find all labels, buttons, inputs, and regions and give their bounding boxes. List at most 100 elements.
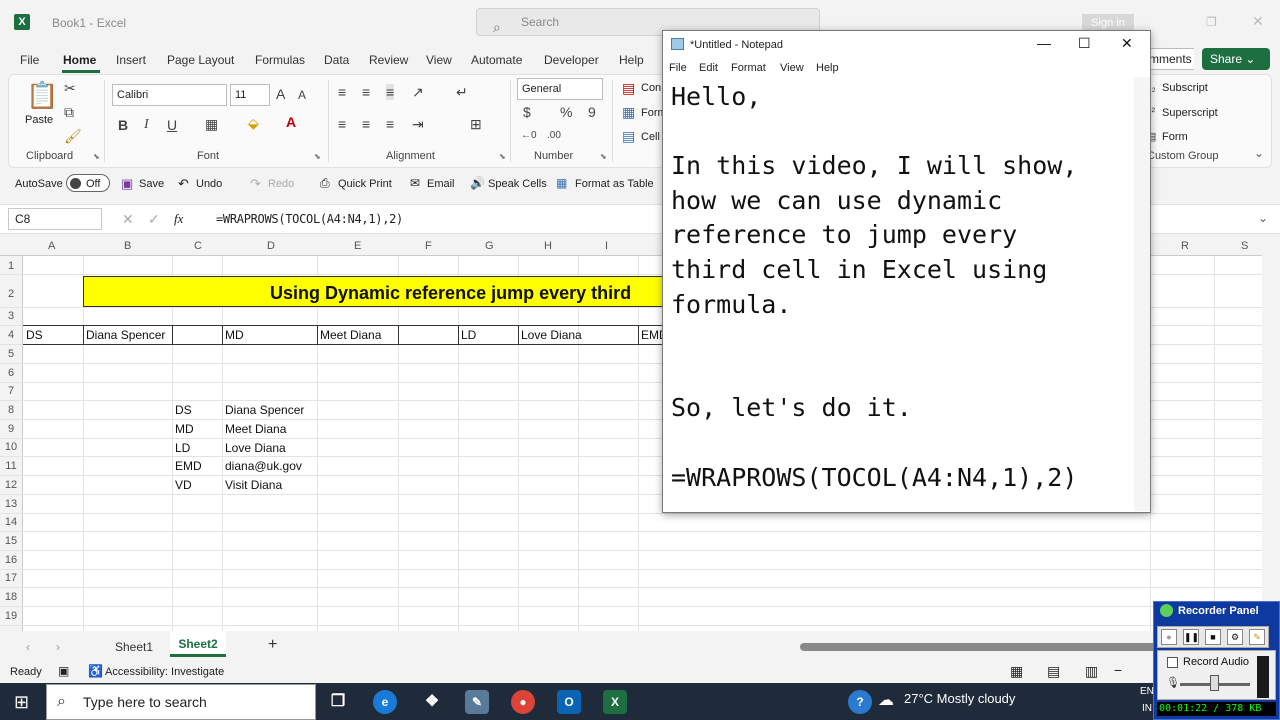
tab-sheet2[interactable]: Sheet2 xyxy=(170,631,226,657)
excel-taskbar-icon[interactable]: X xyxy=(603,690,627,714)
cell-h4[interactable]: Love Diana xyxy=(521,328,582,342)
format-as-table-icon[interactable]: ▦ xyxy=(622,104,635,121)
zoom-out-icon[interactable]: − xyxy=(1114,662,1122,678)
next-sheet-icon[interactable]: › xyxy=(56,640,60,654)
task-view-icon[interactable]: ❐ xyxy=(326,690,350,714)
tab-automate[interactable]: Automate xyxy=(471,53,522,67)
undo-icon[interactable]: ↶ xyxy=(178,176,189,192)
row-header[interactable]: 11 xyxy=(0,460,22,472)
restore-icon[interactable]: ❐ xyxy=(1206,15,1217,29)
row-header[interactable]: 2 xyxy=(0,288,22,300)
insert-function-button[interactable]: fx xyxy=(174,211,183,227)
indent-icon[interactable]: ⇥ xyxy=(412,116,424,133)
row-header[interactable]: 3 xyxy=(0,310,22,322)
orientation-icon[interactable]: ↗ xyxy=(412,84,424,101)
stop-icon[interactable]: ■ xyxy=(1205,629,1221,645)
row-header[interactable]: 7 xyxy=(0,385,22,397)
speak-cells-button[interactable]: Speak Cells xyxy=(488,178,547,190)
settings-icon[interactable]: ⚙ xyxy=(1227,629,1243,645)
column-header[interactable]: C xyxy=(194,240,202,252)
notepad-taskbar-icon[interactable]: ✎ xyxy=(465,690,489,714)
cell-g4[interactable]: LD xyxy=(461,328,476,342)
subscript-button[interactable]: Subscript xyxy=(1162,82,1208,94)
tab-file[interactable]: File xyxy=(20,53,39,67)
cell-e4[interactable]: Meet Diana xyxy=(320,328,381,342)
row-header[interactable]: 12 xyxy=(0,479,22,491)
chrome-icon[interactable]: ● xyxy=(511,690,535,714)
align-top-icon[interactable]: ≡ xyxy=(338,84,346,100)
tab-help[interactable]: Help xyxy=(619,53,644,67)
cell-d12[interactable]: Visit Diana xyxy=(225,478,282,492)
decrease-decimal-icon[interactable]: .00 xyxy=(547,130,561,141)
cell-d9[interactable]: Meet Diana xyxy=(225,422,286,436)
notepad-menu-format[interactable]: Format xyxy=(731,62,766,74)
row-header[interactable]: 1 xyxy=(0,260,22,272)
cell-styles-label[interactable]: Cell xyxy=(641,131,660,143)
decrease-font-icon[interactable]: A xyxy=(298,88,306,102)
table-icon[interactable]: ▦ xyxy=(556,176,567,190)
row-header[interactable]: 5 xyxy=(0,348,22,360)
column-header[interactable]: I xyxy=(605,240,608,252)
draw-icon[interactable]: ✎ xyxy=(1249,629,1265,645)
tab-data[interactable]: Data xyxy=(324,53,349,67)
record-icon[interactable]: ● xyxy=(1161,629,1177,645)
tab-view[interactable]: View xyxy=(426,53,452,67)
column-header[interactable]: A xyxy=(48,240,55,252)
currency-icon[interactable]: $ xyxy=(523,104,531,120)
borders-icon[interactable]: ▦ xyxy=(205,116,218,133)
tab-developer[interactable]: Developer xyxy=(544,53,599,67)
notepad-menu-help[interactable]: Help xyxy=(816,62,839,74)
row-header[interactable]: 17 xyxy=(0,572,22,584)
comma-icon[interactable]: 9 xyxy=(588,104,596,120)
column-header[interactable]: F xyxy=(425,240,432,252)
wrap-text-icon[interactable]: ↵ xyxy=(456,84,468,101)
help-icon[interactable]: ? xyxy=(848,690,872,714)
email-button[interactable]: Email xyxy=(427,178,455,190)
underline-button[interactable]: U xyxy=(167,117,177,133)
font-size-select[interactable]: 11 xyxy=(230,84,270,106)
copy-icon[interactable]: ⧉ xyxy=(64,104,74,121)
fill-color-icon[interactable]: ⬙ xyxy=(248,115,259,132)
collapse-ribbon-icon[interactable]: ⌄ xyxy=(1254,146,1264,160)
horizontal-scrollbar[interactable] xyxy=(800,643,1160,651)
redo-icon[interactable]: ↷ xyxy=(250,176,261,192)
normal-view-icon[interactable]: ▦ xyxy=(1010,663,1023,680)
accessibility-status[interactable]: Accessibility: Investigate xyxy=(105,666,224,678)
cell-c9[interactable]: MD xyxy=(175,422,194,436)
accessibility-icon[interactable]: ♿ xyxy=(88,664,103,678)
clipboard-launcher-icon[interactable]: ⬊ xyxy=(93,152,100,161)
superscript-button[interactable]: Superscript xyxy=(1162,107,1218,119)
form-button[interactable]: Form xyxy=(1162,131,1188,143)
row-header[interactable]: 9 xyxy=(0,423,22,435)
cell-c10[interactable]: LD xyxy=(175,441,190,455)
email-icon[interactable]: ✉ xyxy=(410,176,420,190)
tab-page-layout[interactable]: Page Layout xyxy=(167,53,234,67)
format-as-table-button[interactable]: Format as Table xyxy=(575,178,654,190)
cell-c12[interactable]: VD xyxy=(175,478,192,492)
save-icon[interactable]: ▣ xyxy=(121,176,133,192)
quick-print-button[interactable]: Quick Print xyxy=(338,178,392,190)
notepad-scrollbar[interactable] xyxy=(1134,77,1150,511)
undo-button[interactable]: Undo xyxy=(196,178,222,190)
notepad-menu-view[interactable]: View xyxy=(780,62,804,74)
cell-d8[interactable]: Diana Spencer xyxy=(225,403,304,417)
notepad-menu-edit[interactable]: Edit xyxy=(699,62,718,74)
row-header[interactable]: 16 xyxy=(0,554,22,566)
cell-d11[interactable]: diana@uk.gov xyxy=(225,459,302,473)
page-break-icon[interactable]: ▥ xyxy=(1085,663,1098,680)
align-middle-icon[interactable]: ≡ xyxy=(362,84,370,100)
redo-button[interactable]: Redo xyxy=(268,178,294,190)
align-center-icon[interactable]: ≡ xyxy=(362,116,370,132)
increase-decimal-icon[interactable]: ←0 xyxy=(521,130,537,141)
name-box[interactable]: C8 xyxy=(8,208,102,230)
row-header[interactable]: 4 xyxy=(0,329,22,341)
row-header[interactable]: 14 xyxy=(0,516,22,528)
formula-input[interactable]: =WRAPROWS(TOCOL(A4:N4,1),2) xyxy=(216,212,403,226)
close-icon[interactable]: ✕ xyxy=(1252,13,1264,30)
column-header[interactable]: H xyxy=(544,240,552,252)
prev-sheet-icon[interactable]: ‹ xyxy=(26,640,30,654)
font-name-select[interactable]: Calibri xyxy=(112,84,227,106)
row-header[interactable]: 13 xyxy=(0,498,22,510)
volume-slider-knob[interactable] xyxy=(1210,675,1219,691)
merge-center-icon[interactable]: ⊞ xyxy=(470,116,482,133)
